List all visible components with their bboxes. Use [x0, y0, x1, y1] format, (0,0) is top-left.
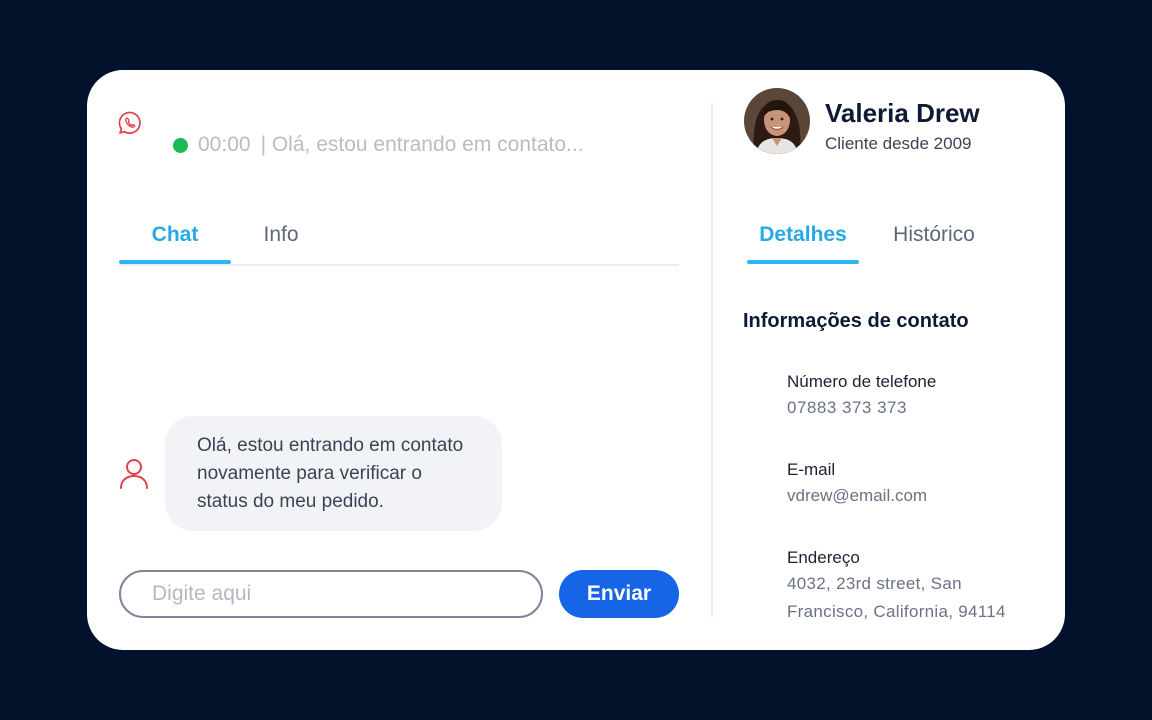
message-preview: | Olá, estou entrando em contato...	[260, 133, 584, 156]
conversation-card: 00:00 | Olá, estou entrando em contato..…	[87, 70, 1065, 650]
call-status: 00:00 | Olá, estou entrando em contato..…	[173, 132, 584, 158]
customer-tabs: Detalhes Histórico	[747, 216, 1007, 264]
address-label: Endereço	[787, 548, 860, 567]
tab-info[interactable]: Info	[231, 216, 331, 262]
chat-tabs: Chat Info	[119, 216, 679, 266]
email-value: vdrew@email.com	[787, 486, 928, 505]
send-button[interactable]: Enviar	[559, 570, 679, 618]
avatar	[744, 88, 810, 154]
message-line: novamente para verificar o	[197, 463, 422, 484]
tab-details[interactable]: Detalhes	[747, 216, 859, 264]
user-icon	[118, 457, 150, 491]
tab-history[interactable]: Histórico	[875, 216, 993, 262]
email-label: E-mail	[787, 460, 836, 479]
customer-since: Cliente desde 2009	[825, 134, 972, 153]
phone-value: 07883 373 373	[787, 398, 907, 417]
message-line: status do meu pedido.	[197, 491, 384, 512]
message-line: Olá, estou entrando em contato	[197, 435, 464, 456]
call-timer: 00:00	[198, 133, 251, 156]
address-line-1: 4032, 23rd street, San	[787, 574, 962, 593]
address-line-2: Francisco, California, 94114	[787, 602, 1006, 621]
panel-divider	[711, 102, 713, 618]
phone-label: Número de telefone	[787, 372, 937, 391]
online-status-dot	[173, 137, 188, 153]
tab-chat[interactable]: Chat	[119, 216, 231, 264]
customer-name: Valeria Drew	[825, 98, 980, 128]
message-bubble: Olá, estou entrando em contato novamente…	[165, 416, 502, 531]
message-input[interactable]	[119, 570, 543, 618]
contact-info-heading: Informações de contato	[743, 310, 969, 332]
whatsapp-icon	[117, 110, 143, 136]
